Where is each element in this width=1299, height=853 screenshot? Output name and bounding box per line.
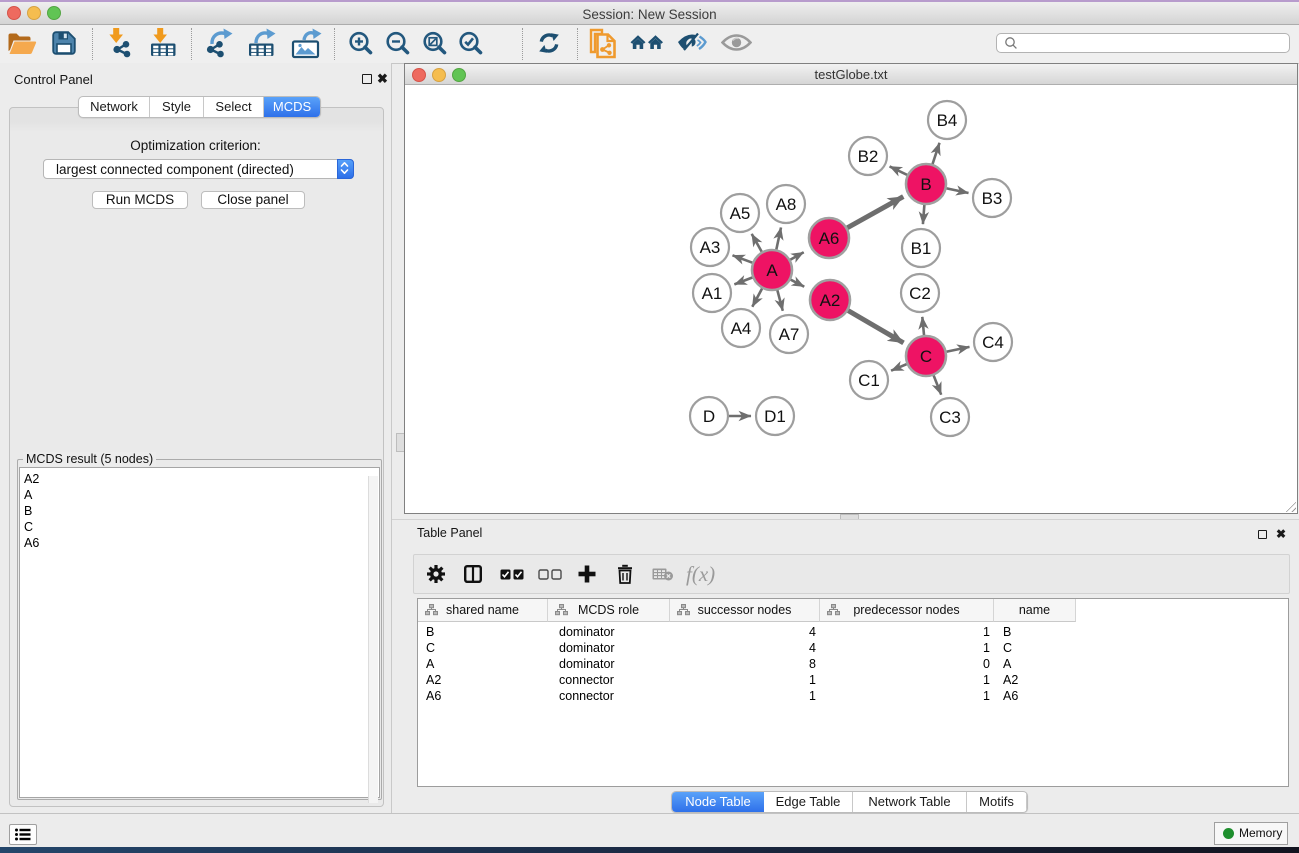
svg-text:B4: B4 [937,111,958,130]
svg-text:A6: A6 [819,229,840,248]
svg-text:D1: D1 [764,407,786,426]
svg-text:A3: A3 [700,238,721,257]
svg-text:A8: A8 [776,195,797,214]
svg-text:C1: C1 [858,371,880,390]
svg-text:A2: A2 [820,291,841,310]
svg-text:A4: A4 [731,319,752,338]
svg-text:A5: A5 [730,204,751,223]
svg-text:D: D [703,407,715,426]
svg-text:B: B [920,175,931,194]
svg-text:B1: B1 [911,239,932,258]
svg-text:C2: C2 [909,284,931,303]
svg-text:C4: C4 [982,333,1004,352]
svg-text:C: C [920,347,932,366]
svg-text:A: A [766,261,778,280]
svg-text:A1: A1 [702,284,723,303]
svg-text:B2: B2 [858,147,879,166]
svg-text:C3: C3 [939,408,961,427]
svg-text:A7: A7 [779,325,800,344]
svg-text:B3: B3 [982,189,1003,208]
